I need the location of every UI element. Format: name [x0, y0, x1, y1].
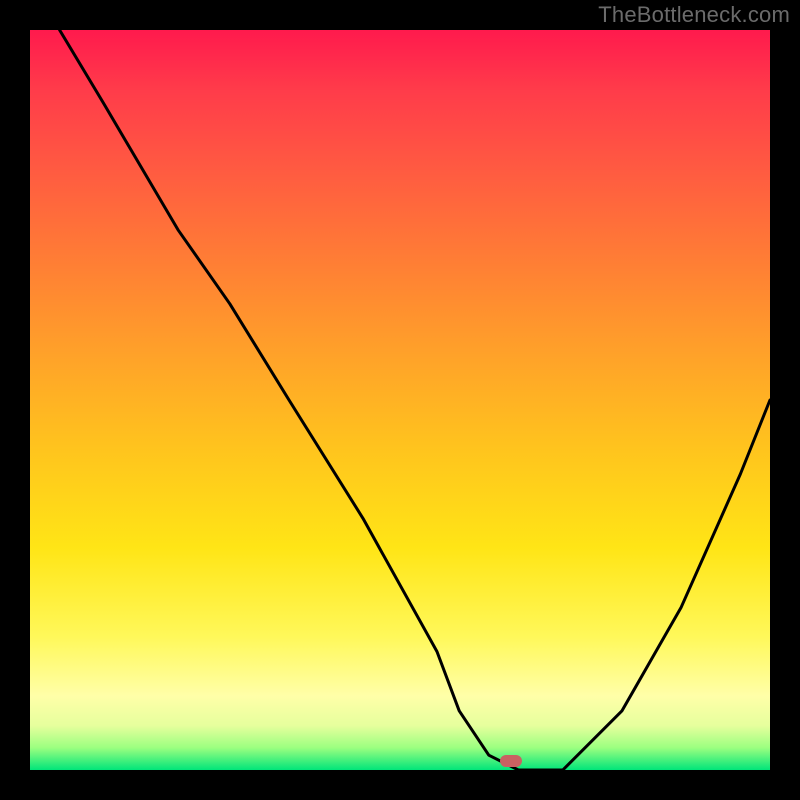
watermark-text: TheBottleneck.com — [598, 2, 790, 28]
optimum-marker — [500, 755, 522, 767]
bottleneck-curve-path — [60, 30, 770, 770]
chart-frame: TheBottleneck.com — [0, 0, 800, 800]
plot-area — [30, 30, 770, 770]
curve-svg — [30, 30, 770, 770]
